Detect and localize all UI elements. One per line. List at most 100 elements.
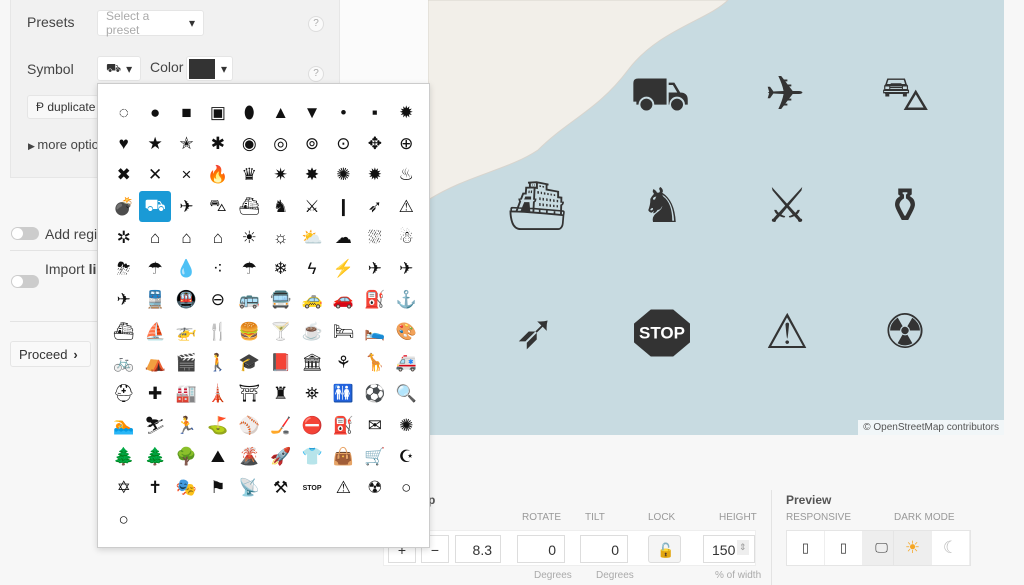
help-icon[interactable]: ? — [308, 66, 324, 82]
symbol-option[interactable]: 🚌 — [234, 285, 265, 316]
symbol-option[interactable]: ▼ — [296, 97, 327, 128]
symbol-option[interactable]: ● — [139, 97, 170, 128]
symbol-option[interactable]: ⌂ — [202, 222, 233, 253]
symbol-option[interactable]: 💧 — [171, 253, 202, 284]
sun-icon[interactable]: ☀ — [894, 531, 932, 565]
symbol-option[interactable]: ⛽ — [328, 410, 359, 441]
symbol-option[interactable]: ✈ — [108, 285, 139, 316]
symbol-option[interactable]: ✈ — [359, 253, 390, 284]
symbol-option[interactable]: ✉ — [359, 410, 390, 441]
symbol-option[interactable]: ▪ — [359, 97, 390, 128]
symbol-option[interactable]: ⛆ — [359, 222, 390, 253]
symbol-option[interactable]: ○ — [108, 504, 139, 535]
symbol-option[interactable]: ⊖ — [202, 285, 233, 316]
symbol-option[interactable]: ⛷ — [139, 410, 170, 441]
symbol-option[interactable]: 🚇 — [171, 285, 202, 316]
symbol-option[interactable]: ◎ — [265, 128, 296, 159]
symbol-option[interactable]: 🌳 — [171, 441, 202, 472]
symbol-option[interactable]: 🍸 — [265, 316, 296, 347]
symbol-option[interactable]: 👕 — [296, 441, 327, 472]
moon-icon[interactable]: ☾ — [932, 531, 970, 565]
symbol-option[interactable]: ⛔ — [296, 410, 327, 441]
symbol-option[interactable]: ✖ — [108, 160, 139, 191]
symbol-option[interactable]: ✡ — [108, 473, 139, 504]
symbol-option[interactable]: ✚ — [139, 379, 170, 410]
symbol-option[interactable]: ⛳ — [202, 410, 233, 441]
symbol-option[interactable]: 📡 — [234, 473, 265, 504]
symbol-option[interactable]: ⚒ — [265, 473, 296, 504]
symbol-option[interactable]: • — [328, 97, 359, 128]
symbol-option[interactable]: ✭ — [171, 128, 202, 159]
symbol-option[interactable]: 🏒 — [265, 410, 296, 441]
more-options-toggle[interactable]: ▶ more optio — [28, 137, 99, 152]
symbol-option[interactable]: ✈ — [171, 191, 202, 222]
symbol-option[interactable]: 👜 — [328, 441, 359, 472]
symbol-option[interactable]: ⚠ — [391, 191, 422, 222]
roadwork-marker-icon[interactable]: ⚠ — [765, 309, 808, 357]
symbol-option[interactable]: ☃ — [391, 222, 422, 253]
bomb-marker-icon[interactable]: ⚱ — [885, 183, 925, 231]
symbol-option[interactable]: ☀ — [234, 222, 265, 253]
symbol-option[interactable]: 🏛 — [296, 347, 327, 378]
symbol-option[interactable]: 🌲 — [139, 441, 170, 472]
symbol-option[interactable]: ⚠ — [328, 473, 359, 504]
symbol-option[interactable]: ★ — [139, 128, 170, 159]
symbol-option[interactable]: STOP — [296, 473, 327, 504]
symbol-option[interactable]: ⚑ — [202, 473, 233, 504]
missile-marker-icon[interactable]: ➶ — [515, 309, 555, 357]
symbol-option[interactable]: ⛺ — [139, 347, 170, 378]
symbol-option[interactable]: ☼ — [265, 222, 296, 253]
symbol-option[interactable]: 🚗 — [328, 285, 359, 316]
symbol-option[interactable]: ⊙ — [328, 128, 359, 159]
symbol-option[interactable]: ⛅ — [296, 222, 327, 253]
symbol-option[interactable]: ❄ — [265, 253, 296, 284]
symbol-option[interactable]: ♨ — [391, 160, 422, 191]
symbol-option[interactable]: 🛏 — [328, 316, 359, 347]
ship-marker-icon[interactable]: ⛴ — [507, 183, 568, 231]
symbol-option[interactable]: ⬮ — [234, 97, 265, 128]
symbol-option[interactable]: ⌂ — [171, 222, 202, 253]
symbol-option[interactable]: ☁ — [328, 222, 359, 253]
symbol-option[interactable]: ✸ — [296, 160, 327, 191]
symbol-option[interactable]: 🗼 — [202, 379, 233, 410]
symbol-option[interactable]: ☕ — [296, 316, 327, 347]
symbol-option[interactable]: ϟ — [296, 253, 327, 284]
symbol-option[interactable]: ✝ — [139, 473, 170, 504]
symbol-option[interactable]: ✹ — [391, 97, 422, 128]
symbol-option[interactable]: ▣ — [202, 97, 233, 128]
tablet-icon[interactable]: ▯ — [825, 531, 863, 565]
symbol-option[interactable]: ✺ — [328, 160, 359, 191]
symbol-option[interactable]: 🚆 — [139, 285, 170, 316]
symbol-option[interactable]: ➶ — [359, 191, 390, 222]
color-picker[interactable]: ▾ — [186, 56, 233, 81]
symbol-option[interactable]: ⛴ — [108, 316, 139, 347]
symbol-option[interactable]: ○ — [391, 473, 422, 504]
tilt-input[interactable]: 0 — [580, 535, 628, 563]
preset-select[interactable]: Select a preset ▾ — [97, 9, 204, 37]
symbol-option[interactable]: 🚍 — [265, 285, 296, 316]
symbol-option[interactable]: ⛵ — [139, 316, 170, 347]
symbol-option[interactable]: ☂ — [139, 253, 170, 284]
help-icon[interactable]: ? — [308, 16, 324, 32]
symbol-option[interactable]: × — [171, 160, 202, 191]
symbol-option[interactable]: 🚕 — [296, 285, 327, 316]
symbol-option[interactable]: ♛ — [234, 160, 265, 191]
tank-marker-icon[interactable]: ⛟ — [630, 71, 690, 119]
symbol-option[interactable]: ☢ — [359, 473, 390, 504]
symbol-option[interactable]: ⛽ — [359, 285, 390, 316]
symbol-option[interactable]: ♥ — [108, 128, 139, 159]
symbol-option[interactable]: 🦒 — [359, 347, 390, 378]
plane-marker-icon[interactable]: ✈ — [765, 71, 805, 119]
symbol-option[interactable]: 💣 — [108, 191, 139, 222]
symbol-option[interactable]: ⛑ — [108, 379, 139, 410]
add-region-toggle[interactable] — [11, 227, 39, 240]
symbol-option[interactable]: ⊚ — [296, 128, 327, 159]
symbol-option[interactable]: ✥ — [359, 128, 390, 159]
symbol-option[interactable]: ⛟ — [139, 190, 171, 223]
symbol-option[interactable]: ⛴ — [234, 191, 265, 222]
import-lines-toggle[interactable] — [11, 275, 39, 288]
symbol-option[interactable]: ☂ — [234, 253, 265, 284]
symbol-option[interactable]: ✈ — [391, 253, 422, 284]
symbol-option[interactable]: ⌂ — [139, 222, 170, 253]
symbol-option[interactable]: 🚁 — [171, 316, 202, 347]
